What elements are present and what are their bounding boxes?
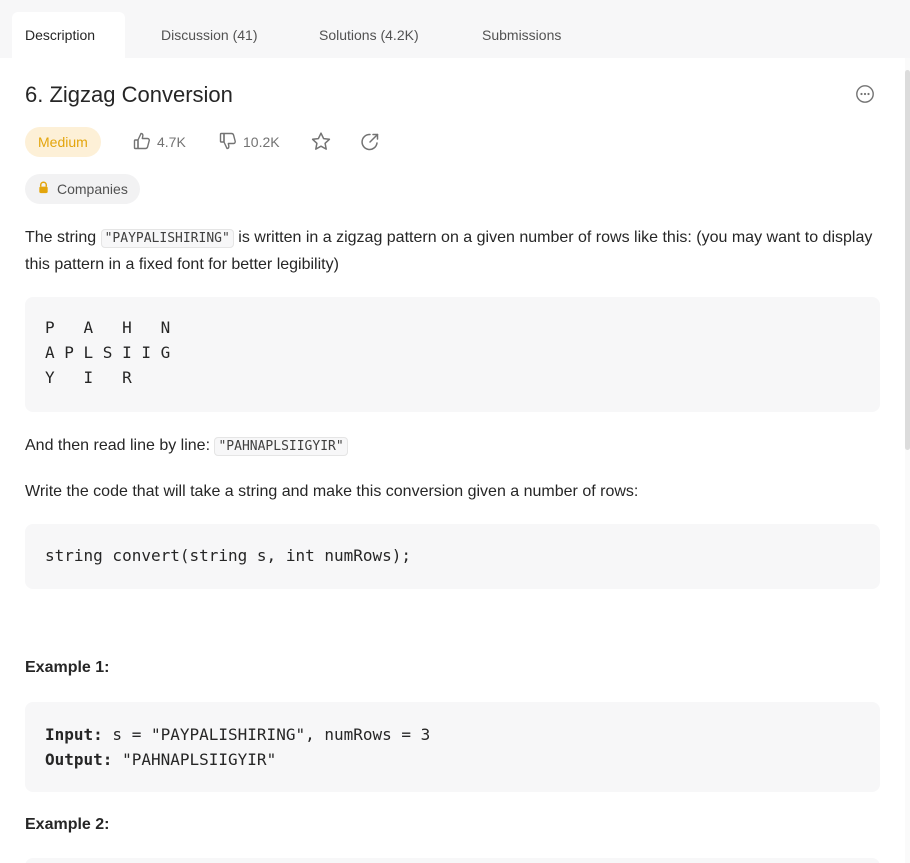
star-icon[interactable] bbox=[309, 130, 333, 154]
thumbs-up-icon bbox=[132, 131, 152, 154]
example-1-output: Output: "PAHNAPLSIIGYIR" bbox=[45, 750, 277, 769]
dislike-button[interactable]: 10.2K bbox=[218, 130, 280, 154]
example-1-block: Input: s = "PAYPALISHIRING", numRows = 3… bbox=[25, 702, 880, 792]
description-paragraph-2: And then read line by line: "PAHNAPLSIIG… bbox=[25, 433, 885, 460]
companies-button[interactable]: Companies bbox=[25, 174, 140, 204]
tab-discussion[interactable]: Discussion (41) bbox=[148, 12, 270, 58]
description-paragraph-1: The string "PAYPALISHIRING" is written i… bbox=[25, 229, 873, 273]
lock-icon bbox=[37, 181, 50, 197]
tab-solutions[interactable]: Solutions (4.2K) bbox=[306, 12, 432, 58]
description-paragraph-3: Write the code that will take a string a… bbox=[25, 483, 639, 500]
difficulty-badge: Medium bbox=[25, 127, 101, 157]
example-2-block bbox=[25, 858, 880, 863]
tab-description[interactable]: Description bbox=[12, 12, 125, 58]
like-count: 4.7K bbox=[157, 134, 186, 150]
tab-bar: Description Discussion (41) Solutions (4… bbox=[0, 0, 910, 58]
function-signature-block: string convert(string s, int numRows); bbox=[25, 524, 880, 589]
zigzag-line-2: A P L S I I G bbox=[45, 343, 171, 362]
zigzag-line-3: Y I R bbox=[45, 368, 132, 387]
share-icon[interactable] bbox=[358, 130, 382, 154]
thumbs-down-icon bbox=[218, 131, 238, 154]
more-options-icon[interactable] bbox=[855, 84, 875, 104]
tab-submissions[interactable]: Submissions bbox=[469, 12, 574, 58]
function-signature: string convert(string s, int numRows); bbox=[45, 546, 412, 565]
example-2-heading: Example 2: bbox=[25, 816, 110, 833]
zigzag-pattern-block: P A H N A P L S I I G Y I R bbox=[25, 297, 880, 412]
scrollbar-thumb[interactable] bbox=[905, 70, 910, 450]
problem-title[interactable]: 6. Zigzag Conversion bbox=[25, 82, 233, 108]
dislike-count: 10.2K bbox=[243, 134, 280, 150]
companies-label: Companies bbox=[57, 181, 128, 197]
inline-code-input-string: "PAYPALISHIRING" bbox=[100, 229, 234, 248]
zigzag-line-1: P A H N bbox=[45, 318, 171, 337]
example-1-input: Input: s = "PAYPALISHIRING", numRows = 3 bbox=[45, 725, 431, 744]
inline-code-output-string: "PAHNAPLSIIGYIR" bbox=[214, 437, 348, 456]
like-button[interactable]: 4.7K bbox=[132, 130, 186, 154]
example-1-heading: Example 1: bbox=[25, 659, 110, 676]
